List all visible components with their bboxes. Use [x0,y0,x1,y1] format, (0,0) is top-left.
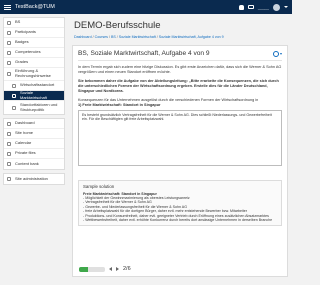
solution-heading: Freie Marktwirtschaft: Standort in Singa… [83,191,157,196]
previous-arrow-icon[interactable] [109,267,112,271]
sidebar-item-calendar[interactable]: Calendar [4,139,64,149]
graduation-cap-icon [7,20,11,25]
question-subprompt: 1) Freie Marktwirtschaft: Standort in Si… [78,102,161,107]
calendar-icon [7,141,11,146]
main-content: DEMO-Berufsschule Dashboard / Courses / … [72,14,288,277]
breadcrumb: Dashboard / Courses / BS / Soziale Markt… [74,35,224,39]
sidebar: BS Participants Badges Competencies Grad… [0,14,68,285]
folder-icon [12,105,16,110]
home-icon [7,131,11,136]
file-icon [7,151,11,156]
page-title: DEMO-Berufsschule [74,20,161,31]
progress-text: 2/6 [123,266,131,272]
sidebar-item-site-home[interactable]: Site home [4,129,64,139]
user-name[interactable]: _____ [258,5,269,10]
checklist-icon [7,50,11,55]
folder-icon [12,83,16,88]
gear-icon [7,177,11,181]
avatar[interactable] [273,3,280,11]
breadcrumb-activity[interactable]: Soziale Marktwirtschaft, Aufgabe 4 von 9 [159,35,224,39]
chevron-down-icon[interactable] [280,52,282,55]
task-text: Sie bekommen daher die Aufgabe von der A… [78,79,279,93]
breadcrumb-courses[interactable]: Courses [95,35,108,39]
actions-menu[interactable] [273,50,282,57]
question-card: BS, Soziale Marktwirtschaft, Aufgabe 4 v… [72,45,288,277]
menu-toggle-icon[interactable] [4,4,11,10]
course-nav: BS Participants Badges Competencies Grad… [3,17,65,115]
next-arrow-icon[interactable] [116,267,119,271]
notification-bell-icon[interactable] [238,4,244,10]
site-brand[interactable]: TestBack@TUM [15,4,55,10]
sidebar-item-standortfaktoren[interactable]: Standortfaktoren und Strukturpolitik [4,101,64,114]
user-area: _____ [238,0,288,14]
progress-bar [79,266,105,272]
intro-text: In dem Termin ergab sich zudem eine hitz… [78,65,282,74]
gear-icon[interactable] [273,50,279,57]
dashboard-icon [7,121,11,126]
breadcrumb-section[interactable]: Soziale Marktwirtschaft [119,35,156,39]
site-nav: Dashboard Site home Calendar Private fil… [3,118,65,170]
user-menu-caret-icon[interactable] [284,6,288,8]
sidebar-item-bs[interactable]: BS [4,18,64,28]
sample-solution: Sample solution Freie Marktwirtschaft: S… [78,179,282,227]
solution-line: - Wettbewerbsfreiheit, daher evtl. erhöh… [83,218,273,223]
divider [78,60,282,61]
sidebar-item-soziale-marktwirtschaft[interactable]: Soziale Marktwirtschaft [4,90,64,101]
sidebar-item-grades[interactable]: Grades [4,58,64,68]
answer-textarea[interactable]: Es besteht grundsätzlich Vertragsfreihei… [78,109,282,166]
sidebar-item-private-files[interactable]: Private files [4,149,64,159]
sidebar-item-competencies[interactable]: Competencies [4,48,64,58]
sidebar-item-wirtschaftsstandort[interactable]: Wirtschaftsstandort [4,81,64,91]
table-icon [7,60,11,65]
sidebar-item-participants[interactable]: Participants [4,28,64,38]
sidebar-item-einfuehrung[interactable]: Einführung & Rechnungshinweise [4,68,64,81]
progress-area: 2/6 [79,266,131,272]
solution-body: Freie Marktwirtschaft: Standort in Singa… [83,192,277,223]
breadcrumb-dashboard[interactable]: Dashboard [74,35,92,39]
sidebar-item-content-bank[interactable]: Content bank [4,159,64,169]
cube-icon [7,162,11,166]
top-navbar: TestBack@TUM _____ [0,0,292,14]
users-icon [7,30,11,35]
badge-icon [7,40,11,45]
progress-fill [79,266,88,272]
messages-icon[interactable] [247,5,254,9]
sidebar-item-site-administration[interactable]: Site administration [4,174,64,184]
folder-icon [12,93,16,98]
sidebar-item-dashboard[interactable]: Dashboard [4,119,64,129]
sidebar-item-badges[interactable]: Badges [4,38,64,48]
folder-icon [7,72,11,76]
question-title: BS, Soziale Marktwirtschaft, Aufgabe 4 v… [78,50,210,57]
admin-nav: Site administration [3,173,65,185]
solution-label: Sample solution [83,183,115,189]
